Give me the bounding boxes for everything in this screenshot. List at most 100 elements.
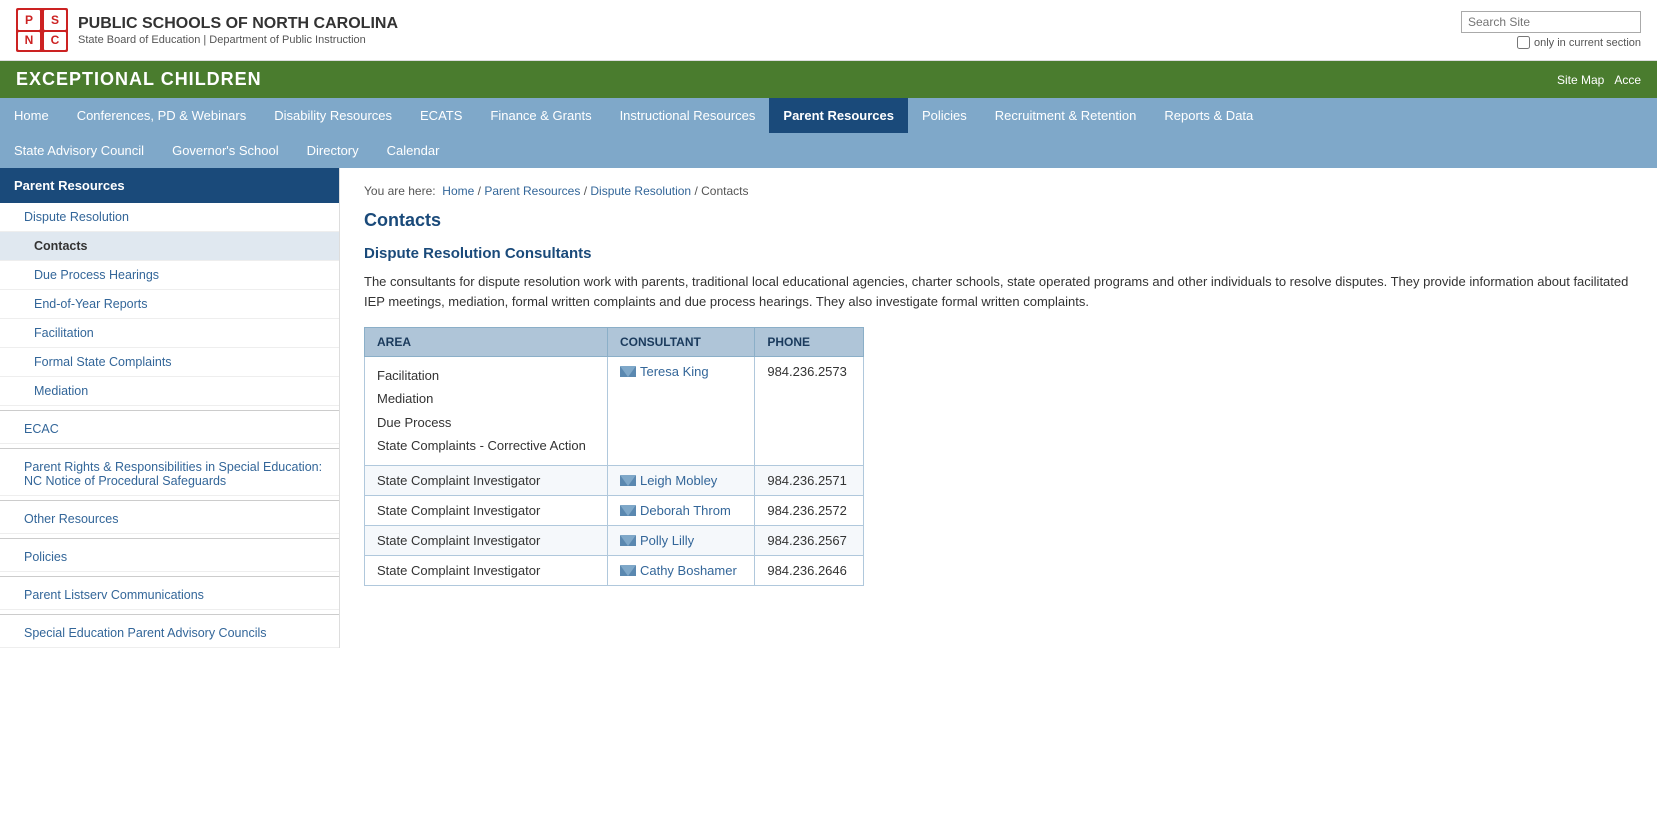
email-icon: [620, 475, 636, 486]
page-title: Contacts: [364, 210, 1633, 231]
nav-recruitment[interactable]: Recruitment & Retention: [981, 98, 1151, 133]
cell-area-4: State Complaint Investigator: [365, 525, 608, 555]
nav-home[interactable]: Home: [0, 98, 63, 133]
col-area: AREA: [365, 328, 608, 357]
nav-finance[interactable]: Finance & Grants: [476, 98, 605, 133]
sidebar-divider-4: [0, 538, 339, 539]
email-icon: [620, 366, 636, 377]
sidebar-item-other-resources[interactable]: Other Resources: [0, 505, 339, 534]
contacts-table: AREA CONSULTANT PHONE Facilitation Media…: [364, 327, 864, 586]
cell-phone-5: 984.236.2646: [755, 555, 864, 585]
sidebar-item-contacts[interactable]: Contacts: [0, 232, 339, 261]
site-header: P S N C PUBLIC SCHOOLS OF NORTH CAROLINA…: [0, 0, 1657, 61]
nav-reports[interactable]: Reports & Data: [1150, 98, 1267, 133]
org-subtitle: State Board of Education | Department of…: [78, 34, 398, 46]
nav-state-advisory[interactable]: State Advisory Council: [0, 133, 158, 168]
search-section-checkbox[interactable]: [1517, 36, 1530, 49]
email-link-deborah[interactable]: Deborah Throm: [620, 503, 742, 518]
nav-conferences[interactable]: Conferences, PD & Webinars: [63, 98, 261, 133]
cell-consultant-3: Deborah Throm: [607, 495, 754, 525]
table-row: State Complaint Investigator Polly Lilly…: [365, 525, 864, 555]
table-head: AREA CONSULTANT PHONE: [365, 328, 864, 357]
sidebar-item-advisory-councils[interactable]: Special Education Parent Advisory Counci…: [0, 619, 339, 648]
nav-ecats[interactable]: ECATS: [406, 98, 476, 133]
cell-consultant-2: Leigh Mobley: [607, 465, 754, 495]
breadcrumb-dispute-resolution[interactable]: Dispute Resolution: [590, 184, 691, 198]
email-icon: [620, 505, 636, 516]
email-icon: [620, 535, 636, 546]
cell-phone-3: 984.236.2572: [755, 495, 864, 525]
nav-row1: Home Conferences, PD & Webinars Disabili…: [0, 98, 1657, 133]
sidebar-item-end-of-year[interactable]: End-of-Year Reports: [0, 290, 339, 319]
sidebar: Parent Resources Dispute Resolution Cont…: [0, 168, 340, 648]
sidebar-item-formal-state[interactable]: Formal State Complaints: [0, 348, 339, 377]
table-row: State Complaint Investigator Cathy Bosha…: [365, 555, 864, 585]
logo-text: PUBLIC SCHOOLS OF NORTH CAROLINA State B…: [78, 14, 398, 45]
nav-directory[interactable]: Directory: [293, 133, 373, 168]
sidebar-item-policies[interactable]: Policies: [0, 543, 339, 572]
accessibility-link[interactable]: Acce: [1614, 73, 1641, 87]
nav-instructional[interactable]: Instructional Resources: [606, 98, 770, 133]
table-body: Facilitation Mediation Due Process State…: [365, 357, 864, 586]
sidebar-divider-1: [0, 410, 339, 411]
cell-consultant-5: Cathy Boshamer: [607, 555, 754, 585]
cell-consultant-1: Teresa King: [607, 357, 754, 466]
banner: EXCEPTIONAL CHILDREN Site Map Acce: [0, 61, 1657, 98]
search-section-label[interactable]: only in current section: [1517, 36, 1641, 49]
breadcrumb-home[interactable]: Home: [442, 184, 474, 198]
nav-policies[interactable]: Policies: [908, 98, 981, 133]
sidebar-item-parent-rights[interactable]: Parent Rights & Responsibilities in Spec…: [0, 453, 339, 496]
sidebar-divider-6: [0, 614, 339, 615]
sidebar-item-due-process[interactable]: Due Process Hearings: [0, 261, 339, 290]
sidebar-item-facilitation[interactable]: Facilitation: [0, 319, 339, 348]
cell-area-1: Facilitation Mediation Due Process State…: [365, 357, 608, 466]
site-logo: P S N C: [16, 8, 68, 52]
section-title: Dispute Resolution Consultants: [364, 245, 1633, 262]
sidebar-divider-5: [0, 576, 339, 577]
email-link-polly[interactable]: Polly Lilly: [620, 533, 742, 548]
email-link-leigh[interactable]: Leigh Mobley: [620, 473, 742, 488]
site-map-link[interactable]: Site Map: [1557, 73, 1604, 87]
cell-phone-2: 984.236.2571: [755, 465, 864, 495]
banner-links: Site Map Acce: [1557, 73, 1641, 87]
breadcrumb: You are here: Home / Parent Resources / …: [364, 184, 1633, 198]
cell-area-2: State Complaint Investigator: [365, 465, 608, 495]
cell-consultant-4: Polly Lilly: [607, 525, 754, 555]
svg-text:C: C: [51, 33, 60, 47]
email-link-teresa[interactable]: Teresa King: [620, 364, 742, 379]
cell-area-5: State Complaint Investigator: [365, 555, 608, 585]
nav-parent-resources[interactable]: Parent Resources: [769, 98, 908, 133]
nav-bar: Home Conferences, PD & Webinars Disabili…: [0, 98, 1657, 168]
main-content: You are here: Home / Parent Resources / …: [340, 168, 1657, 648]
svg-text:N: N: [25, 33, 34, 47]
nav-governors-school[interactable]: Governor's School: [158, 133, 293, 168]
sidebar-item-dispute-resolution[interactable]: Dispute Resolution: [0, 203, 339, 232]
search-input[interactable]: [1461, 11, 1641, 33]
nav-calendar[interactable]: Calendar: [373, 133, 454, 168]
sidebar-item-mediation[interactable]: Mediation: [0, 377, 339, 406]
table-row: State Complaint Investigator Leigh Moble…: [365, 465, 864, 495]
sidebar-item-listserv[interactable]: Parent Listserv Communications: [0, 581, 339, 610]
col-consultant: CONSULTANT: [607, 328, 754, 357]
cell-area-3: State Complaint Investigator: [365, 495, 608, 525]
nav-disability[interactable]: Disability Resources: [260, 98, 406, 133]
table-row: State Complaint Investigator Deborah Thr…: [365, 495, 864, 525]
table-row: Facilitation Mediation Due Process State…: [365, 357, 864, 466]
table-header-row: AREA CONSULTANT PHONE: [365, 328, 864, 357]
email-icon: [620, 565, 636, 576]
sidebar-item-ecac[interactable]: ECAC: [0, 415, 339, 444]
nav-row2: State Advisory Council Governor's School…: [0, 133, 1657, 168]
intro-text: The consultants for dispute resolution w…: [364, 272, 1633, 311]
col-phone: PHONE: [755, 328, 864, 357]
email-link-cathy[interactable]: Cathy Boshamer: [620, 563, 742, 578]
sidebar-divider-2: [0, 448, 339, 449]
breadcrumb-parent-resources[interactable]: Parent Resources: [484, 184, 580, 198]
sidebar-divider-3: [0, 500, 339, 501]
cell-phone-1: 984.236.2573: [755, 357, 864, 466]
svg-text:S: S: [51, 13, 59, 27]
logo-area: P S N C PUBLIC SCHOOLS OF NORTH CAROLINA…: [16, 8, 398, 52]
sidebar-header: Parent Resources: [0, 168, 339, 203]
search-area: only in current section: [1461, 11, 1641, 49]
cell-phone-4: 984.236.2567: [755, 525, 864, 555]
svg-text:P: P: [25, 13, 33, 27]
